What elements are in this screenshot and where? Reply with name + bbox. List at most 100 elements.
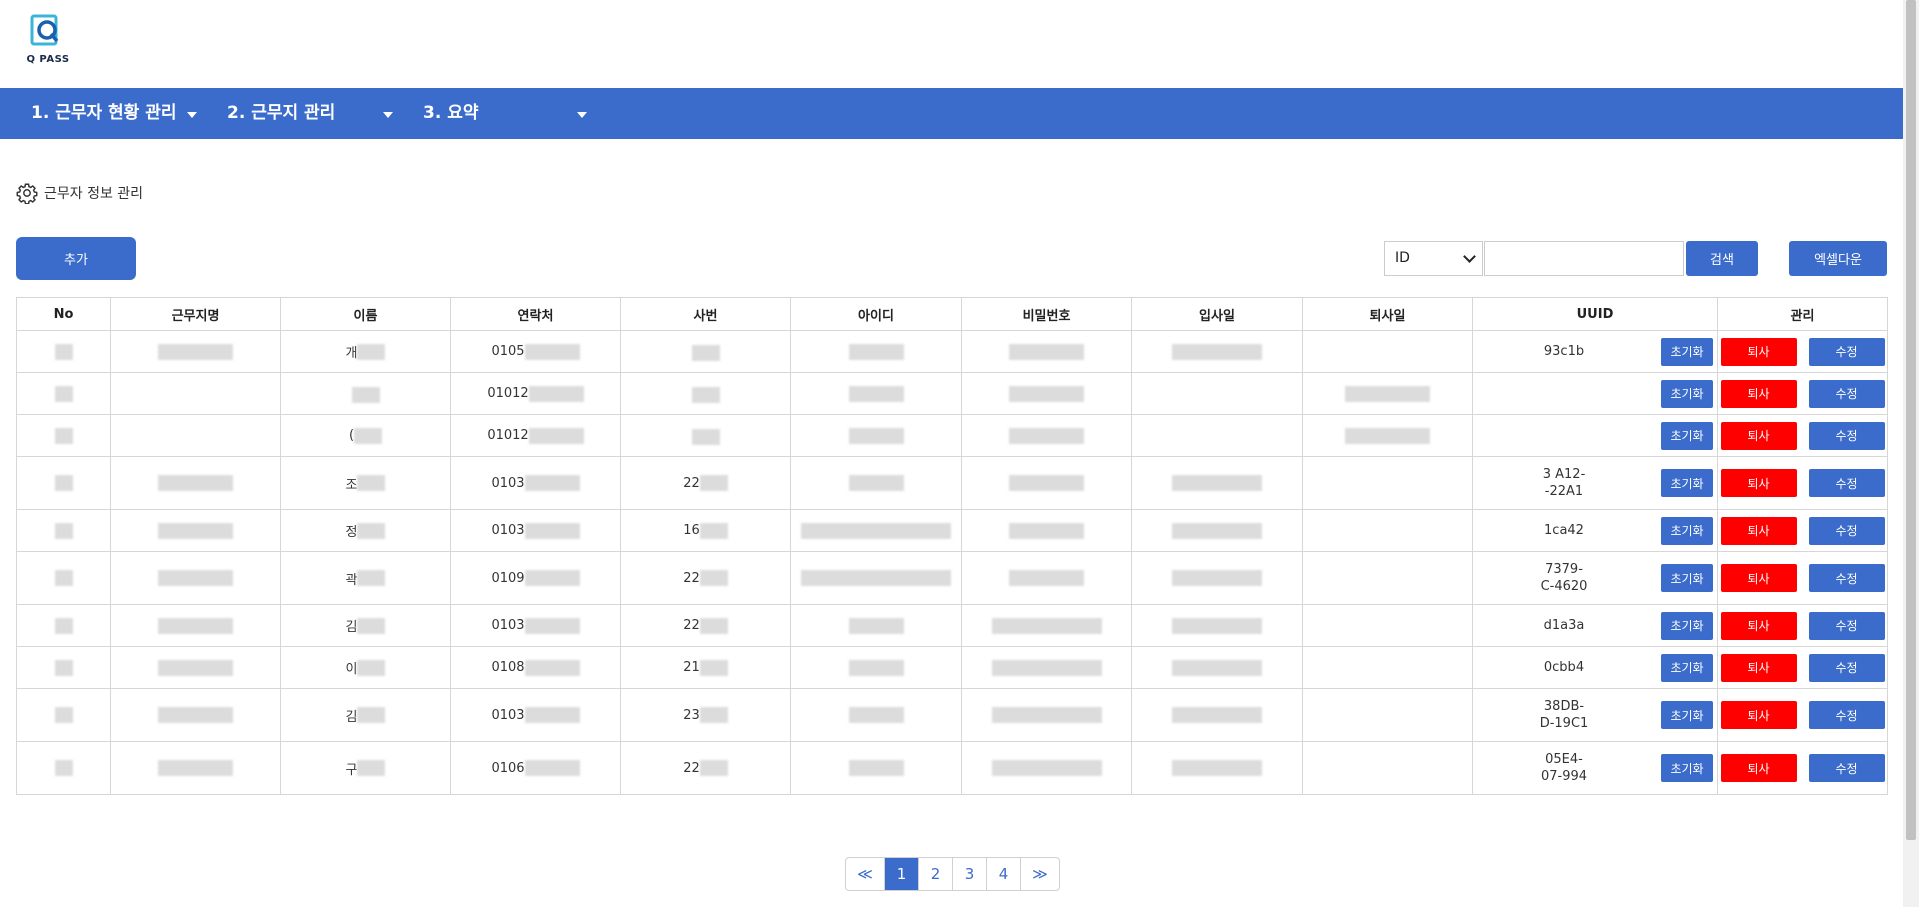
add-button[interactable]: 추가 [16, 237, 136, 280]
pagination-page-2[interactable]: 2 [918, 858, 952, 890]
reset-button[interactable]: 초기화 [1661, 754, 1713, 782]
cell-text: 0103 [491, 475, 525, 491]
redacted-value [351, 387, 380, 403]
resign-button[interactable]: 퇴사 [1720, 754, 1797, 782]
redacted-value [357, 707, 386, 723]
col-header-workplace[interactable]: 근무지명 [110, 297, 281, 331]
search-button[interactable]: 검색 [1686, 241, 1758, 276]
redacted-value [699, 707, 728, 723]
edit-button[interactable]: 수정 [1808, 337, 1885, 366]
search-input[interactable] [1484, 241, 1684, 276]
nav-item-worker-status[interactable]: 1. 근무자 현황 관리 [31, 88, 201, 139]
resign-button[interactable]: 퇴사 [1720, 421, 1797, 450]
cell-join-date [1131, 414, 1303, 457]
reset-button[interactable]: 초기화 [1661, 421, 1713, 450]
redacted-value [699, 570, 728, 586]
pagination-page-4[interactable]: 4 [986, 858, 1020, 890]
resign-button[interactable]: 퇴사 [1720, 653, 1797, 682]
cell-text: 곽 [345, 572, 358, 588]
reset-button[interactable]: 초기화 [1661, 611, 1713, 640]
reset-button[interactable]: 초기화 [1661, 653, 1713, 682]
col-header-user-id[interactable]: 아이디 [790, 297, 962, 331]
redacted-value [54, 570, 73, 586]
reset-button[interactable]: 초기화 [1661, 701, 1713, 729]
redacted-value [699, 522, 728, 539]
cell-user-id [790, 688, 962, 742]
cell-manage: 퇴사 수정 [1717, 372, 1888, 415]
cell-password [961, 604, 1132, 647]
redacted-value [848, 475, 904, 491]
resign-button[interactable]: 퇴사 [1720, 611, 1797, 640]
nav-item-summary[interactable]: 3. 요약 [423, 88, 593, 139]
cell-workplace [110, 330, 281, 373]
resign-button[interactable]: 퇴사 [1720, 469, 1797, 497]
reset-button[interactable]: 초기화 [1661, 337, 1713, 366]
search-field-select[interactable]: ID [1384, 241, 1483, 276]
edit-button[interactable]: 수정 [1808, 611, 1885, 640]
cell-no [16, 551, 111, 605]
col-header-name[interactable]: 이름 [280, 297, 451, 331]
redacted-value [801, 522, 951, 539]
pagination-page-3[interactable]: 3 [952, 858, 986, 890]
cell-text: 0103 [491, 707, 525, 723]
cell-manage: 퇴사 수정 [1717, 330, 1888, 373]
cell-workplace [110, 741, 281, 795]
table-row: 김 0103 23 38DB- D-19C1 초기화 퇴사 수정 [16, 688, 1888, 742]
resign-button[interactable]: 퇴사 [1720, 701, 1797, 729]
col-header-uuid[interactable]: UUID [1472, 297, 1718, 331]
redacted-value [524, 707, 580, 723]
cell-employee-no [620, 414, 791, 457]
resign-button[interactable]: 퇴사 [1720, 516, 1797, 545]
cell-phone: 01012 [450, 372, 621, 415]
resign-button[interactable]: 퇴사 [1720, 337, 1797, 366]
cell-uuid: 05E4- 07-994 초기화 [1472, 741, 1718, 795]
nav-item-label: 1. 근무자 현황 관리 [31, 103, 177, 123]
edit-button[interactable]: 수정 [1808, 754, 1885, 782]
reset-button[interactable]: 초기화 [1661, 564, 1713, 592]
excel-download-button[interactable]: 엑셀다운 [1789, 241, 1887, 276]
cell-no [16, 372, 111, 415]
resign-button[interactable]: 퇴사 [1720, 564, 1797, 592]
col-header-phone[interactable]: 연락처 [450, 297, 621, 331]
col-header-join-date[interactable]: 입사일 [1131, 297, 1303, 331]
cell-password [961, 414, 1132, 457]
redacted-value [1172, 760, 1262, 776]
edit-button[interactable]: 수정 [1808, 421, 1885, 450]
qpass-logo[interactable]: Q PASS [26, 14, 70, 70]
edit-button[interactable]: 수정 [1808, 701, 1885, 729]
table-header-row: No 근무지명 이름 연락처 사번 아이디 비밀번호 입사일 퇴사일 UUID … [16, 297, 1888, 331]
edit-button[interactable]: 수정 [1808, 653, 1885, 682]
pagination-page-1[interactable]: 1 [884, 858, 918, 890]
col-header-leave-date[interactable]: 퇴사일 [1302, 297, 1473, 331]
cell-name: 정 [280, 509, 451, 552]
col-header-password[interactable]: 비밀번호 [961, 297, 1132, 331]
reset-button[interactable]: 초기화 [1661, 469, 1713, 497]
cell-manage: 퇴사 수정 [1717, 551, 1888, 605]
redacted-value [158, 760, 233, 776]
cell-employee-no: 22 [620, 741, 791, 795]
pagination-prev[interactable]: ≪ [846, 858, 884, 890]
cell-text: 0105 [491, 344, 525, 359]
vertical-scrollbar[interactable] [1903, 0, 1919, 907]
cell-no [16, 509, 111, 552]
resign-button[interactable]: 퇴사 [1720, 379, 1797, 408]
redacted-value [691, 429, 720, 445]
cell-user-id [790, 456, 962, 510]
redacted-value [357, 343, 386, 360]
scrollbar-thumb[interactable] [1906, 0, 1916, 840]
reset-button[interactable]: 초기화 [1661, 516, 1713, 545]
edit-button[interactable]: 수정 [1808, 564, 1885, 592]
reset-button[interactable]: 초기화 [1661, 379, 1713, 408]
edit-button[interactable]: 수정 [1808, 516, 1885, 545]
cell-manage: 퇴사 수정 [1717, 456, 1888, 510]
pagination-next[interactable]: ≫ [1020, 858, 1059, 890]
edit-button[interactable]: 수정 [1808, 469, 1885, 497]
edit-button[interactable]: 수정 [1808, 379, 1885, 408]
cell-password [961, 372, 1132, 415]
col-header-employee-no[interactable]: 사번 [620, 297, 791, 331]
redacted-value [1009, 522, 1084, 539]
cell-leave-date [1302, 414, 1473, 457]
nav-item-workplace[interactable]: 2. 근무지 관리 [227, 88, 397, 139]
col-header-no[interactable]: No [16, 297, 111, 331]
col-header-manage[interactable]: 관리 [1717, 297, 1888, 331]
